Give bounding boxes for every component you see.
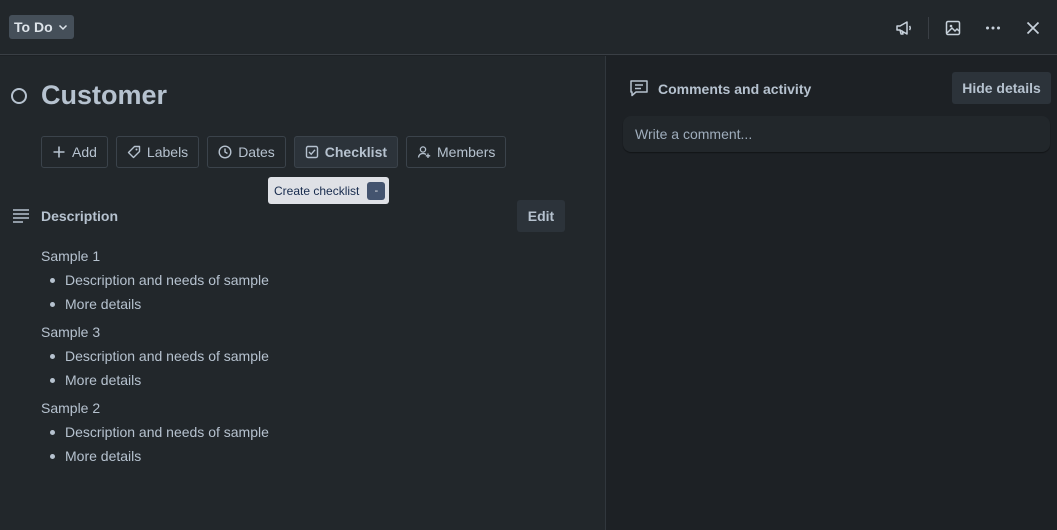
members-button-label: Members [437,144,496,160]
description-section: Sample 2 Description and needs of sample… [41,400,581,464]
card-title[interactable]: Customer [41,80,167,111]
dates-button[interactable]: Dates [207,136,286,168]
list-item: More details [50,296,581,312]
tooltip-shortcut-key: - [367,181,386,200]
comment-input[interactable] [623,116,1050,152]
add-button-label: Add [72,144,97,160]
list-item: Description and needs of sample [50,424,581,440]
complete-toggle[interactable] [11,88,27,104]
hide-details-button[interactable]: Hide details [952,72,1051,104]
chevron-down-icon [58,24,67,31]
header-divider [928,17,929,39]
section-heading: Sample 3 [41,324,101,340]
checklist-button[interactable]: Checklist [293,136,399,168]
more-icon[interactable] [977,12,1009,44]
checkbox-icon [305,145,318,159]
description-section: Sample 1 Description and needs of sample… [41,248,581,312]
tooltip-text: Create checklist [274,183,360,198]
checklist-button-label: Checklist [324,144,388,160]
description-section: Sample 3 Description and needs of sample… [41,324,581,388]
megaphone-icon[interactable] [888,12,920,44]
description-title: Description [41,208,119,224]
description-body[interactable]: Sample 1 Description and needs of sample… [41,248,581,476]
tag-icon [127,145,141,159]
activity-panel: Comments and activity Hide details [605,56,1057,530]
list-select-label: To Do [14,19,53,35]
list-select-dropdown[interactable]: To Do [9,15,74,39]
bullet-list: Description and needs of sample More det… [41,424,581,464]
members-button[interactable]: Members [406,136,507,168]
list-item: More details [50,372,581,388]
activity-title: Comments and activity [658,81,812,97]
description-icon [13,209,29,223]
close-icon[interactable] [1017,12,1049,44]
list-item: Description and needs of sample [50,272,581,288]
section-heading: Sample 2 [41,400,101,416]
section-heading: Sample 1 [41,248,101,264]
list-item: Description and needs of sample [50,348,581,364]
dates-button-label: Dates [238,144,275,160]
labels-button[interactable]: Labels [115,136,200,168]
card-header: To Do [0,0,1057,55]
clock-icon [218,145,232,159]
list-item: More details [50,448,581,464]
card-main-panel: Customer Add Labels Dates Checklist Memb… [0,56,605,530]
comments-icon [630,80,648,97]
add-button[interactable]: Add [41,136,108,168]
add-member-icon [417,146,431,158]
card-actions: Add Labels Dates Checklist Members [41,136,514,168]
edit-description-button[interactable]: Edit [517,200,565,232]
checklist-tooltip: Create checklist - [268,177,390,204]
bullet-list: Description and needs of sample More det… [41,348,581,388]
labels-button-label: Labels [146,144,189,160]
plus-icon [53,146,65,158]
image-icon[interactable] [937,12,969,44]
bullet-list: Description and needs of sample More det… [41,272,581,312]
